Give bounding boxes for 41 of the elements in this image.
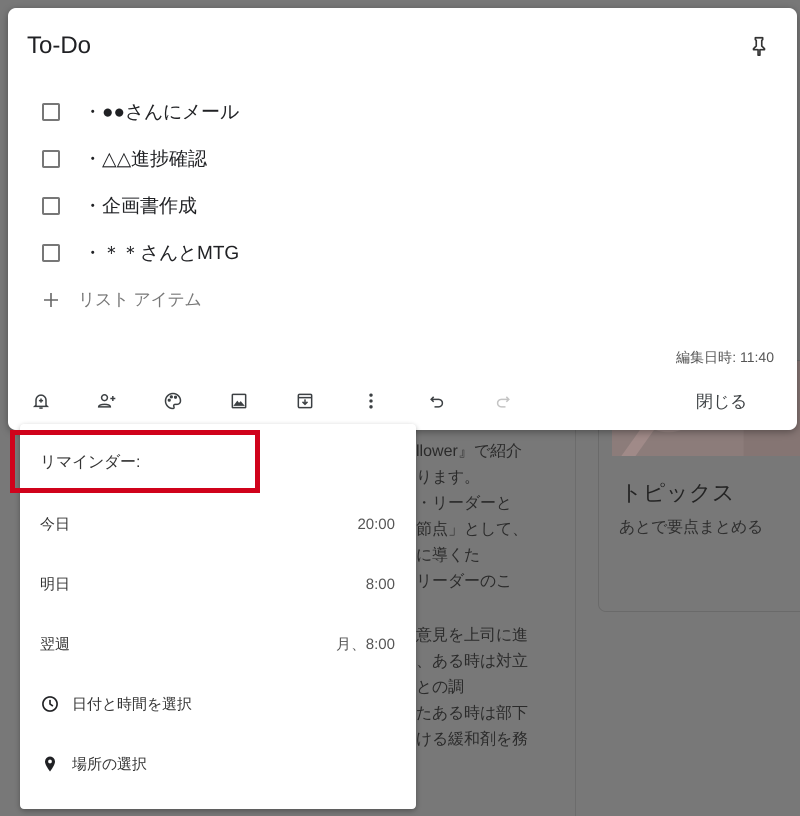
note-text-line: 意見を上司に進 <box>416 626 528 646</box>
option-label: 翌週 <box>40 634 70 654</box>
note-title: To-Do <box>27 32 92 60</box>
note-body: あとで要点まとめる <box>619 518 764 538</box>
option-time: 8:00 <box>366 576 395 592</box>
edited-time: 編集日時: 11:40 <box>676 349 774 367</box>
note-text-line: ける緩和剤を務 <box>416 730 528 750</box>
list-item-text[interactable]: ・企画書作成 <box>83 192 197 218</box>
checkbox[interactable] <box>42 244 60 262</box>
note-text-line: ります。 <box>416 468 481 488</box>
add-item-field[interactable]: リスト アイテム <box>78 288 202 311</box>
checkbox[interactable] <box>42 150 60 168</box>
note-text-line: llower』で紹介 <box>416 442 523 462</box>
note-text-line: に導くた <box>416 546 481 566</box>
option-label: 日付と時間を選択 <box>72 694 192 714</box>
option-label: 場所の選択 <box>72 754 147 774</box>
checkbox[interactable] <box>42 102 60 120</box>
option-label: 今日 <box>40 514 70 534</box>
note-text-line: リーダーのこ <box>416 572 513 592</box>
list-item-text[interactable]: ・＊＊さんとMTG <box>83 240 240 266</box>
menu-item[interactable]: 今日 20:00 <box>20 494 416 554</box>
note-text-line: たある時は部下 <box>416 704 528 724</box>
note-text-line: 、ある時は対立 <box>416 652 528 672</box>
note-text-line: との調 <box>416 678 465 698</box>
plus-icon[interactable] <box>43 292 59 308</box>
option-label: 明日 <box>40 574 70 594</box>
menu-item[interactable]: 場所の選択 <box>20 734 416 794</box>
note-text-line: ・リーダーと <box>416 494 513 514</box>
clock-icon <box>40 694 60 714</box>
menu-heading: リマインダー: <box>39 453 142 473</box>
list-item-text[interactable]: ・●●さんにメール <box>83 98 239 124</box>
note-title: トピックス <box>620 479 736 507</box>
list-item-text[interactable]: ・△△進捗確認 <box>83 146 208 172</box>
close-button[interactable]: 閉じる <box>672 382 771 420</box>
menu-item[interactable]: 翌週 月、8:00 <box>20 614 416 674</box>
checkbox[interactable] <box>42 196 60 214</box>
menu-item[interactable]: 日付と時間を選択 <box>20 674 416 734</box>
option-time: 20:00 <box>357 516 395 532</box>
option-time: 月、8:00 <box>336 634 395 654</box>
menu-item[interactable]: 明日 8:00 <box>20 554 416 614</box>
note-text-line: 節点」として、 <box>416 520 528 540</box>
